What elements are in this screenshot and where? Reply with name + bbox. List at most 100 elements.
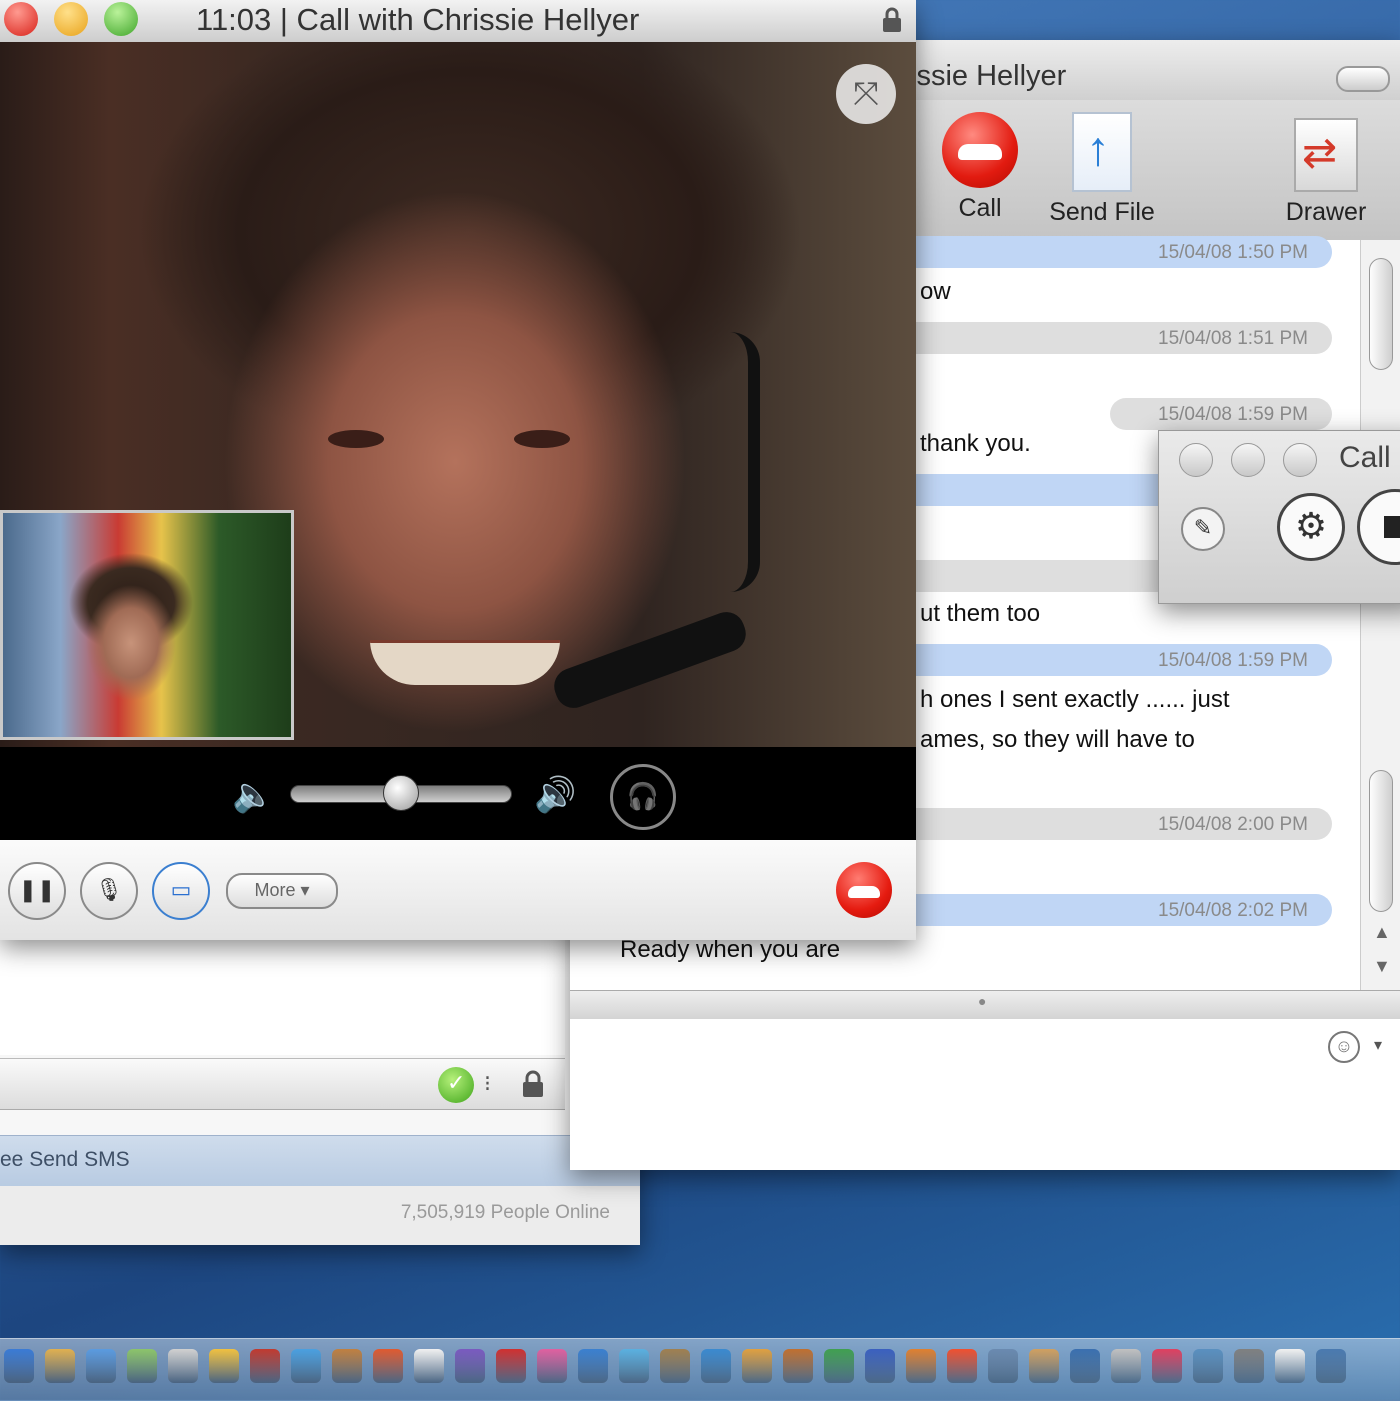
stop-button[interactable] (1357, 489, 1400, 565)
dock-app-icon[interactable] (168, 1349, 198, 1383)
chevron-down-icon[interactable]: ▾ (1374, 1035, 1382, 1055)
dock-app-icon[interactable] (865, 1349, 895, 1383)
pause-button[interactable]: ❚❚ (8, 862, 66, 920)
dock-app-icon[interactable] (1193, 1349, 1223, 1383)
dock-app-icon[interactable] (1111, 1349, 1141, 1383)
zoom-window-button[interactable] (104, 2, 138, 36)
send-file-icon (1072, 112, 1132, 192)
video-toggle-button[interactable]: ▭ (152, 862, 210, 920)
send-sms-bar[interactable]: ee Send SMS (0, 1135, 640, 1186)
dock-app-icon[interactable] (127, 1349, 157, 1383)
volume-low-icon[interactable]: 🔈 (232, 775, 274, 815)
pane-splitter[interactable]: ● (570, 990, 1400, 1020)
video-title-bar: 11:03 | Call with Chrissie Hellyer (0, 0, 916, 43)
minimize-window-button[interactable] (1231, 443, 1265, 477)
dock-app-icon[interactable] (1275, 1349, 1305, 1383)
phone-icon (942, 112, 1018, 188)
dock-app-icon[interactable] (742, 1349, 772, 1383)
dock-app-icon[interactable] (373, 1349, 403, 1383)
video-headset-mic (549, 607, 751, 713)
close-window-button[interactable] (4, 2, 38, 36)
send-file-label: Send File (1049, 198, 1155, 226)
dock-app-icon[interactable] (455, 1349, 485, 1383)
dock-app-icon[interactable] (619, 1349, 649, 1383)
dock (0, 1338, 1400, 1401)
dock-app-icon[interactable] (783, 1349, 813, 1383)
volume-high-icon[interactable]: 🔊 (534, 775, 576, 815)
dock-app-icon[interactable] (1070, 1349, 1100, 1383)
dock-app-icon[interactable] (578, 1349, 608, 1383)
close-window-button[interactable] (1179, 443, 1213, 477)
send-sms-label: ee Send SMS (0, 1148, 130, 1171)
emoticon-icon[interactable]: ☺ (1328, 1031, 1360, 1063)
minimize-window-button[interactable] (54, 2, 88, 36)
toolbar-toggle-button[interactable] (1336, 66, 1390, 92)
pencil-icon[interactable]: ✎ (1181, 507, 1225, 551)
splitter-handle-icon: ● (978, 993, 987, 1009)
video-call-title: 11:03 | Call with Chrissie Hellyer (196, 2, 640, 37)
dock-app-icon[interactable] (1234, 1349, 1264, 1383)
fullscreen-icon[interactable]: ⤧ (836, 64, 896, 124)
scroll-up-icon[interactable]: ▲ (1373, 922, 1391, 943)
people-online-count: 7,505,919 People Online (400, 1202, 610, 1223)
mute-microphone-button[interactable]: 🎙 (80, 862, 138, 920)
dock-app-icon[interactable] (537, 1349, 567, 1383)
call-label: Call (958, 194, 1002, 222)
dock-app-icon[interactable] (291, 1349, 321, 1383)
call-control-bar: ❚❚ 🎙 ▭ More ▾ (0, 840, 916, 940)
status-bar: ⁝ (0, 1058, 565, 1110)
dock-app-icon[interactable] (4, 1349, 34, 1383)
dock-app-icon[interactable] (701, 1349, 731, 1383)
dock-app-icon[interactable] (988, 1349, 1018, 1383)
dock-app-icon[interactable] (1152, 1349, 1182, 1383)
dock-app-icon[interactable] (906, 1349, 936, 1383)
drawer-label: Drawer (1285, 198, 1367, 226)
zoom-window-button[interactable] (1283, 443, 1317, 477)
self-view-video[interactable] (0, 510, 294, 740)
dock-app-icon[interactable] (250, 1349, 280, 1383)
lock-icon[interactable] (518, 1069, 548, 1099)
dock-app-icon[interactable] (1316, 1349, 1346, 1383)
video-face-eyes (318, 430, 618, 454)
message-text: thank you. (920, 430, 1031, 457)
message-text: ow (920, 278, 951, 305)
call-button[interactable]: Call (910, 112, 1050, 223)
more-button[interactable]: More ▾ (226, 873, 338, 909)
dock-app-icon[interactable] (45, 1349, 75, 1383)
contact-list-footer: 7,505,919 People Online (0, 1186, 640, 1245)
contact-list-window: ⁝ ee Send SMS 7,505,919 People Online (0, 930, 640, 1245)
scroll-down-icon[interactable]: ▼ (1373, 956, 1391, 977)
drawer-button[interactable]: Drawer (1256, 112, 1396, 227)
send-file-button[interactable]: Send File (1032, 112, 1172, 227)
more-label: More (254, 880, 296, 900)
dock-app-icon[interactable] (660, 1349, 690, 1383)
hang-up-button[interactable] (836, 862, 892, 918)
headset-icon[interactable]: 🎧 (610, 764, 676, 830)
message-text: Ready when you are (620, 936, 841, 963)
status-menu-icon[interactable]: ⁝ (484, 1071, 491, 1097)
scrollbar-thumb[interactable] (1369, 258, 1393, 370)
dock-app-icon[interactable] (332, 1349, 362, 1383)
chat-title: issie Hellyer (910, 60, 1067, 92)
dock-app-icon[interactable] (414, 1349, 444, 1383)
volume-slider-knob[interactable] (383, 775, 419, 811)
chat-scrollbar[interactable]: ▲ ▼ (1360, 240, 1400, 990)
dock-app-icon[interactable] (86, 1349, 116, 1383)
gear-icon[interactable]: ⚙ (1277, 493, 1345, 561)
video-face-smile (370, 640, 560, 685)
dock-app-icon[interactable] (496, 1349, 526, 1383)
dock-app-icon[interactable] (947, 1349, 977, 1383)
online-status-icon[interactable] (438, 1067, 474, 1103)
dock-app-icon[interactable] (209, 1349, 239, 1383)
dock-app-icon[interactable] (1029, 1349, 1059, 1383)
dock-app-icon[interactable] (824, 1349, 854, 1383)
scrollbar-thumb[interactable] (1369, 770, 1393, 912)
message-input[interactable]: ☺ ▾ (570, 1019, 1400, 1170)
message-text: h ones I sent exactly ...... just (920, 686, 1230, 713)
call-window-title: Call (1339, 441, 1391, 474)
lock-icon (883, 7, 901, 32)
volume-bar: 🔈 🔊 🎧 (0, 747, 916, 840)
video-call-window: 11:03 | Call with Chrissie Hellyer ⤧ 🔈 🔊… (0, 0, 916, 940)
message-text: ames, so they will have to (920, 726, 1195, 753)
message-timestamp: 15/04/08 1:59 PM (1110, 398, 1332, 430)
